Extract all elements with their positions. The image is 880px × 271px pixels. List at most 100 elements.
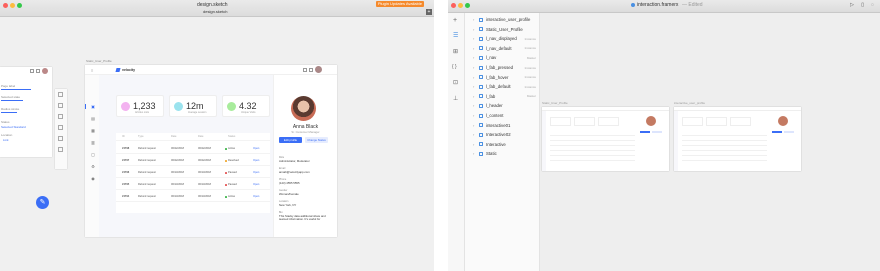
chart-icon[interactable]: ▥: [90, 140, 96, 146]
thumb-button: [784, 131, 794, 133]
thumb-interactive-user-profile[interactable]: interactive_user_profile: [674, 101, 801, 171]
fab-edit-button[interactable]: ✎: [36, 196, 49, 209]
layer-item[interactable]: › l_header: [465, 101, 539, 111]
menu-icon[interactable]: ≡: [91, 68, 93, 73]
settings-icon[interactable]: ⚙: [90, 164, 96, 170]
disclosure-arrow-icon[interactable]: ›: [473, 123, 474, 128]
share-icon[interactable]: ◌: [871, 2, 874, 8]
zoom-window-button[interactable]: [17, 3, 22, 8]
rail-icon-2[interactable]: [58, 103, 63, 108]
sketch-tab-title[interactable]: design.sketch: [203, 9, 227, 14]
layer-item[interactable]: › Interactive: [465, 140, 539, 150]
disclosure-arrow-icon[interactable]: ›: [473, 36, 474, 41]
plugin-updates-badge[interactable]: Plugin Updates Available: [375, 1, 424, 7]
disclosure-arrow-icon[interactable]: ›: [473, 84, 474, 89]
folder-icon[interactable]: ▢: [90, 152, 96, 158]
disclosure-arrow-icon[interactable]: ›: [473, 65, 474, 70]
framer-canvas[interactable]: Static_User_Profile interactive_user_pro…: [540, 13, 880, 271]
layer-item[interactable]: › l_fab_pressed Instance: [465, 63, 539, 73]
disclosure-arrow-icon[interactable]: ›: [473, 17, 474, 22]
disclosure-arrow-icon[interactable]: ›: [473, 151, 474, 156]
layer-item[interactable]: › l_fab Master: [465, 92, 539, 102]
sketch-window-title: design.sketch: [197, 2, 228, 8]
inspector-label-6[interactable]: Link: [3, 138, 9, 142]
calendar-icon[interactable]: ▦: [90, 128, 96, 134]
layer-item[interactable]: › interactive_user_profile: [465, 15, 539, 25]
slider-track-3[interactable]: [1, 112, 17, 113]
close-window-button[interactable]: [451, 3, 456, 8]
left-artboard[interactable]: Page label Selected state Radius stroke …: [0, 67, 52, 157]
layer-item[interactable]: › l_fab_default Instance: [465, 82, 539, 92]
stat-label-visits: Unique Visits: [241, 111, 256, 114]
disclosure-arrow-icon[interactable]: ›: [473, 46, 474, 51]
edit-profile-button[interactable]: Edit profile: [279, 137, 302, 143]
rail-icon-3[interactable]: [58, 114, 63, 119]
store-icon[interactable]: ⊡: [453, 79, 458, 86]
layer-item[interactable]: › Static_User_Profile: [465, 25, 539, 35]
layer-name: Static_User_Profile: [486, 26, 523, 32]
dashboard-icon[interactable]: ▣: [90, 104, 96, 110]
play-icon[interactable]: ▷: [850, 2, 854, 8]
device-icon[interactable]: ▯: [861, 2, 864, 8]
layer-item[interactable]: › l_fab_hover Instance: [465, 73, 539, 83]
disclosure-arrow-icon[interactable]: ›: [473, 94, 474, 99]
table-cell-action[interactable]: Open: [253, 171, 259, 174]
layer-item[interactable]: › l_nav Master: [465, 53, 539, 63]
table-row[interactable]: #4794 Refund request 06/13/2018 06/13/2018 A…: [116, 191, 270, 202]
minimize-window-button[interactable]: [10, 3, 15, 8]
layer-item[interactable]: › Static: [465, 149, 539, 159]
code-icon[interactable]: { }: [452, 64, 457, 70]
rail-icon-1[interactable]: [58, 92, 63, 97]
layer-item[interactable]: › interactive01: [465, 121, 539, 131]
add-icon[interactable]: +: [453, 17, 457, 24]
dashboard-content: 1,233 Articles Lists 12m Average session…: [99, 75, 273, 237]
table-cell-action[interactable]: Open: [253, 147, 259, 150]
avatar[interactable]: [315, 66, 322, 73]
table-row[interactable]: #4798 Refund request 06/22/2018 06/22/2018 A…: [116, 143, 270, 154]
framer-window-title: interaction.framerx: [637, 2, 679, 8]
layers-icon[interactable]: ☰: [453, 32, 458, 39]
users-icon[interactable]: ◉: [90, 176, 96, 182]
layer-name: interactive01: [486, 122, 511, 128]
components-icon[interactable]: ⊥: [453, 95, 458, 102]
table-cell-action[interactable]: Open: [253, 195, 259, 198]
main-artboard[interactable]: ≡ velocity ▣ ▤ ▦ ▥ ▢ ⚙ ◉ 1,233 Articles …: [85, 65, 337, 237]
zoom-window-button[interactable]: [465, 3, 470, 8]
disclosure-arrow-icon[interactable]: ›: [473, 27, 474, 32]
close-window-button[interactable]: [3, 3, 8, 8]
grid-icon[interactable]: ⊞: [453, 48, 458, 55]
minimize-window-button[interactable]: [458, 3, 463, 8]
table-row[interactable]: #4797 Refund request 06/22/2018 06/22/2018 R…: [116, 155, 270, 166]
inspector-label-4[interactable]: Selected Standard: [1, 125, 26, 129]
table-row[interactable]: #4796 Refund request 06/13/2018 06/13/2018 P…: [116, 167, 270, 178]
apps-icon[interactable]: [309, 68, 313, 72]
frame-icon: [479, 27, 483, 32]
change-status-button[interactable]: Change Status: [305, 137, 328, 143]
layer-item[interactable]: › Interactive02: [465, 130, 539, 140]
table-cell-action[interactable]: Open: [253, 183, 259, 186]
disclosure-arrow-icon[interactable]: ›: [473, 142, 474, 147]
sketch-canvas[interactable]: Page label Selected state Radius stroke …: [0, 17, 434, 271]
layer-item[interactable]: › l_content: [465, 111, 539, 121]
disclosure-arrow-icon[interactable]: ›: [473, 132, 474, 137]
disclosure-arrow-icon[interactable]: ›: [473, 113, 474, 118]
profile-avatar: [291, 96, 316, 121]
inbox-icon[interactable]: ▤: [90, 116, 96, 122]
rail-icon-4[interactable]: [58, 125, 63, 130]
slider-track-2[interactable]: [1, 100, 23, 101]
disclosure-arrow-icon[interactable]: ›: [473, 55, 474, 60]
table-cell-action[interactable]: Open: [253, 159, 259, 162]
slider-track[interactable]: [1, 89, 31, 90]
layer-item[interactable]: › l_nav_default Instance: [465, 44, 539, 54]
add-tab-icon[interactable]: +: [426, 9, 432, 15]
artboard-label[interactable]: Static_User_Profile: [86, 59, 112, 63]
thumb-stat: [682, 117, 703, 126]
layer-item[interactable]: › l_nav_displayed Instance: [465, 34, 539, 44]
rail-icon-6[interactable]: [58, 147, 63, 152]
disclosure-arrow-icon[interactable]: ›: [473, 103, 474, 108]
pages-icon[interactable]: [303, 68, 307, 72]
rail-icon-5[interactable]: [58, 136, 63, 141]
disclosure-arrow-icon[interactable]: ›: [473, 75, 474, 80]
table-row[interactable]: #4795 Refund request 06/13/2018 06/13/2018 P…: [116, 179, 270, 190]
thumb-static-user-profile[interactable]: Static_User_Profile: [542, 101, 669, 171]
